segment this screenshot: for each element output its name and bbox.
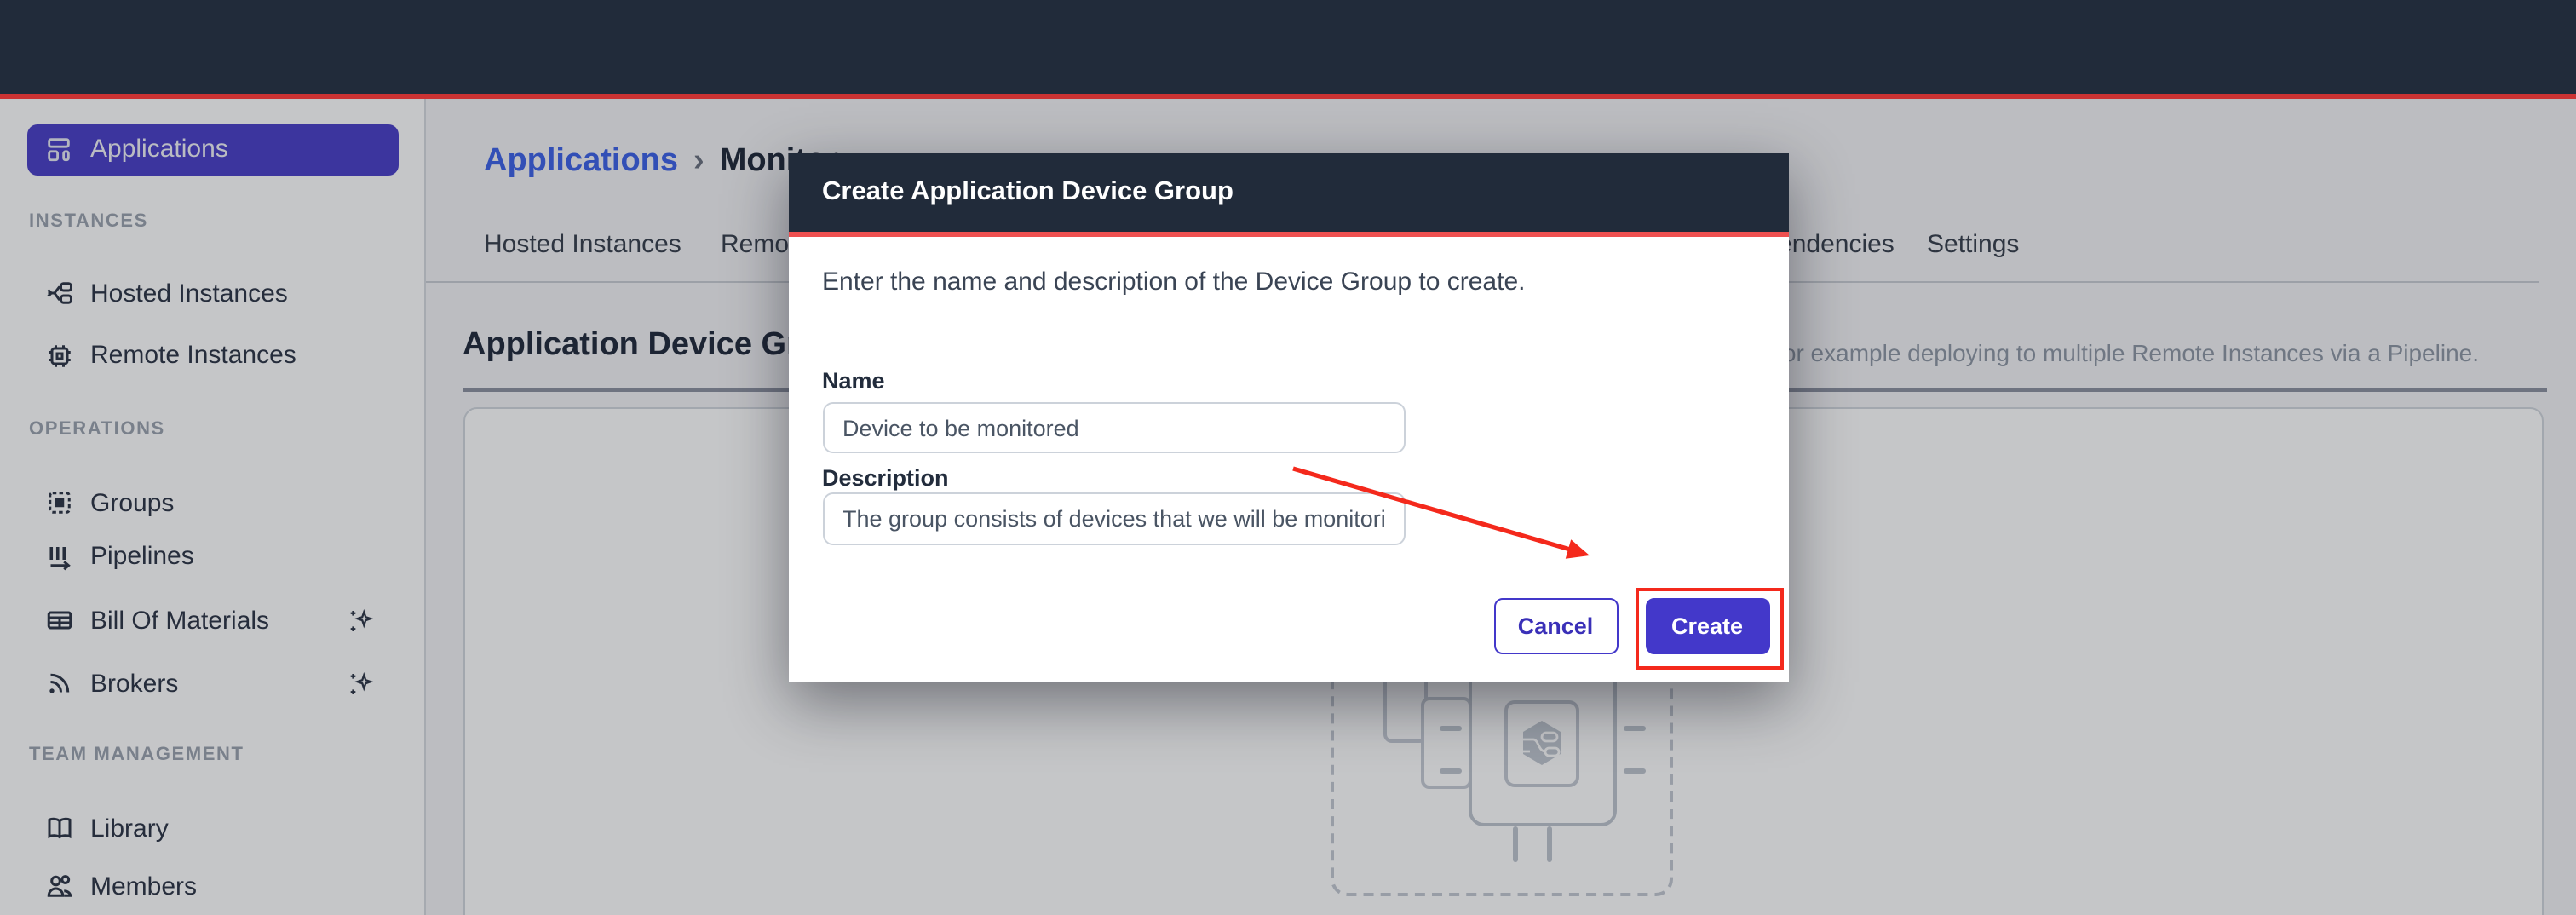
cancel-button[interactable]: Cancel xyxy=(1493,598,1618,654)
create-button-highlight-box xyxy=(1635,587,1783,669)
modal-accent-line xyxy=(788,232,1789,237)
app-header xyxy=(0,0,2576,94)
annotation-arrow xyxy=(1261,450,1619,578)
modal-title: Create Application Device Group xyxy=(822,153,1233,232)
modal-intro-text: Enter the name and description of the De… xyxy=(822,268,1525,296)
screen: FlowFuse TEAM: Sumit-Dev Invite Members … xyxy=(0,0,2576,915)
name-input[interactable] xyxy=(822,402,1405,453)
name-field-label: Name xyxy=(822,368,885,394)
description-field-label: Description xyxy=(822,465,949,491)
